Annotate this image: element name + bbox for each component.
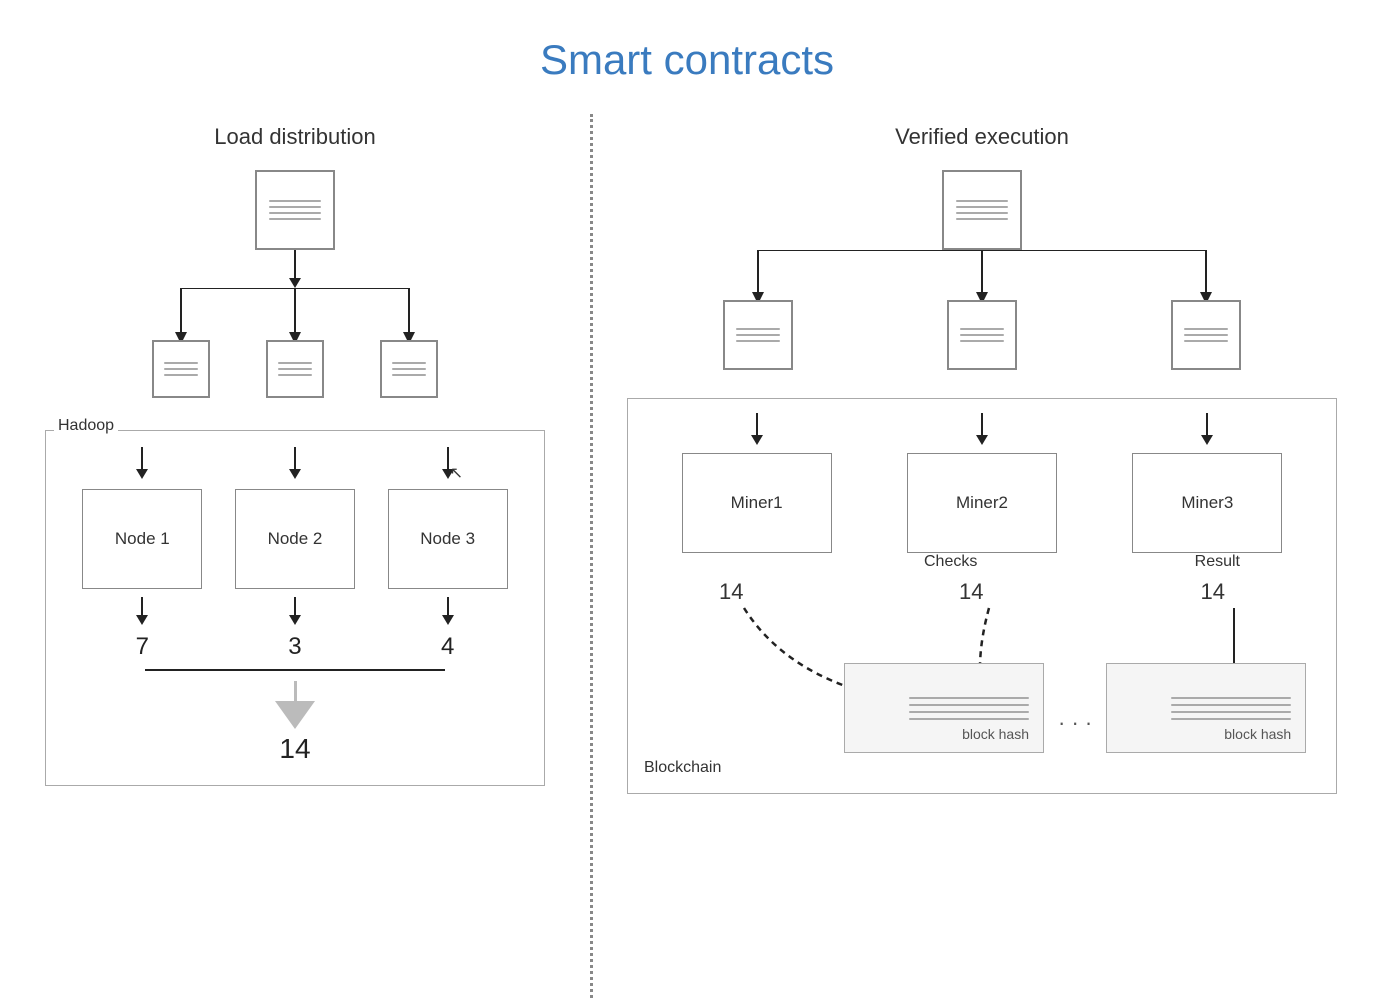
root-arrow-left bbox=[289, 250, 301, 288]
arrow-to-miner3 bbox=[1201, 413, 1213, 445]
node-box-2: Node 2 bbox=[235, 489, 355, 589]
left-panel: Load distribution bbox=[0, 114, 590, 998]
divider bbox=[590, 114, 593, 998]
result-val-2: 3 bbox=[235, 633, 355, 661]
sum-line bbox=[145, 669, 445, 671]
child-doc-right-1 bbox=[723, 300, 793, 370]
result-val-3: 4 bbox=[388, 633, 508, 661]
node-row: Node 1 Node 2 Node 3 bbox=[66, 489, 524, 589]
arrow-val-1 bbox=[136, 597, 148, 625]
blockchain-box: Miner1 Miner2 Miner3 Checks Result bbox=[627, 398, 1337, 794]
node-box-3: Node 3 bbox=[388, 489, 508, 589]
left-panel-title: Load distribution bbox=[214, 124, 375, 150]
arrow-val-2 bbox=[289, 597, 301, 625]
right-panel: Verified execution bbox=[590, 114, 1374, 998]
node-box-1: Node 1 bbox=[82, 489, 202, 589]
block-hash-1: block hash bbox=[844, 663, 1044, 753]
blockchain-label: Blockchain bbox=[644, 759, 1320, 777]
hadoop-box: Hadoop ↖ bbox=[45, 430, 545, 786]
miner-row: Miner1 Miner2 Miner3 bbox=[644, 453, 1320, 553]
block-hash-label-2: block hash bbox=[1224, 726, 1291, 742]
final-total: 14 bbox=[66, 733, 524, 765]
arrow-to-miner1 bbox=[751, 413, 763, 445]
child-doc-right-3 bbox=[1171, 300, 1241, 370]
miner-box-2: Miner2 bbox=[907, 453, 1057, 553]
arrow-to-miner2 bbox=[976, 413, 988, 445]
child-doc-right-2 bbox=[947, 300, 1017, 370]
miner-box-3: Miner3 bbox=[1132, 453, 1282, 553]
arrow-val-3 bbox=[442, 597, 454, 625]
block-hash-label-1: block hash bbox=[962, 726, 1029, 742]
page-title: Smart contracts bbox=[0, 0, 1374, 84]
root-doc-right bbox=[942, 170, 1022, 250]
sum-arrow bbox=[275, 681, 315, 729]
miner-box-1: Miner1 bbox=[682, 453, 832, 553]
root-doc-left bbox=[255, 170, 335, 250]
arrow-to-node1 bbox=[136, 447, 148, 479]
block-hash-2: block hash bbox=[1106, 663, 1306, 753]
hadoop-label: Hadoop bbox=[54, 417, 118, 435]
block-hash-separator: · · · bbox=[1050, 710, 1100, 736]
child-doc-left-2 bbox=[266, 340, 324, 398]
child-doc-left-1 bbox=[152, 340, 210, 398]
cursor-icon: ↖ bbox=[450, 463, 463, 483]
arrow-to-node3: ↖ bbox=[442, 447, 454, 479]
result-val-1: 7 bbox=[82, 633, 202, 661]
child-doc-left-3 bbox=[380, 340, 438, 398]
right-panel-title: Verified execution bbox=[895, 124, 1069, 150]
arrow-to-node2 bbox=[289, 447, 301, 479]
result-row: 7 3 4 bbox=[66, 633, 524, 661]
